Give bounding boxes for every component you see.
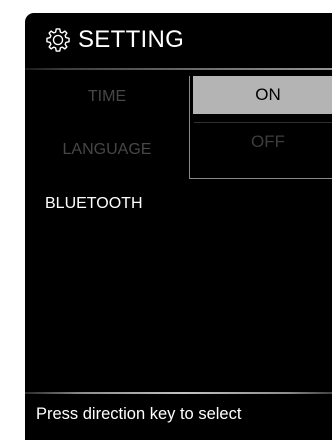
navigation-hint: Press direction key to select [36,405,242,423]
menu-item-language[interactable]: LANGUAGE [25,130,189,170]
bluetooth-options: ON OFF [189,76,332,179]
header-divider [25,68,332,70]
settings-header: SETTING [25,13,332,68]
option-on[interactable]: ON [193,76,332,114]
menu-item-time[interactable]: TIME [25,77,189,117]
gear-icon [46,28,70,52]
option-off[interactable]: OFF [193,123,332,161]
menu-item-bluetooth[interactable]: BLUETOOTH [25,184,189,224]
settings-screen: SETTING TIME LANGUAGE BLUETOOTH ON OFF P… [25,13,332,440]
page-title: SETTING [78,26,185,53]
footer-divider [25,392,332,394]
